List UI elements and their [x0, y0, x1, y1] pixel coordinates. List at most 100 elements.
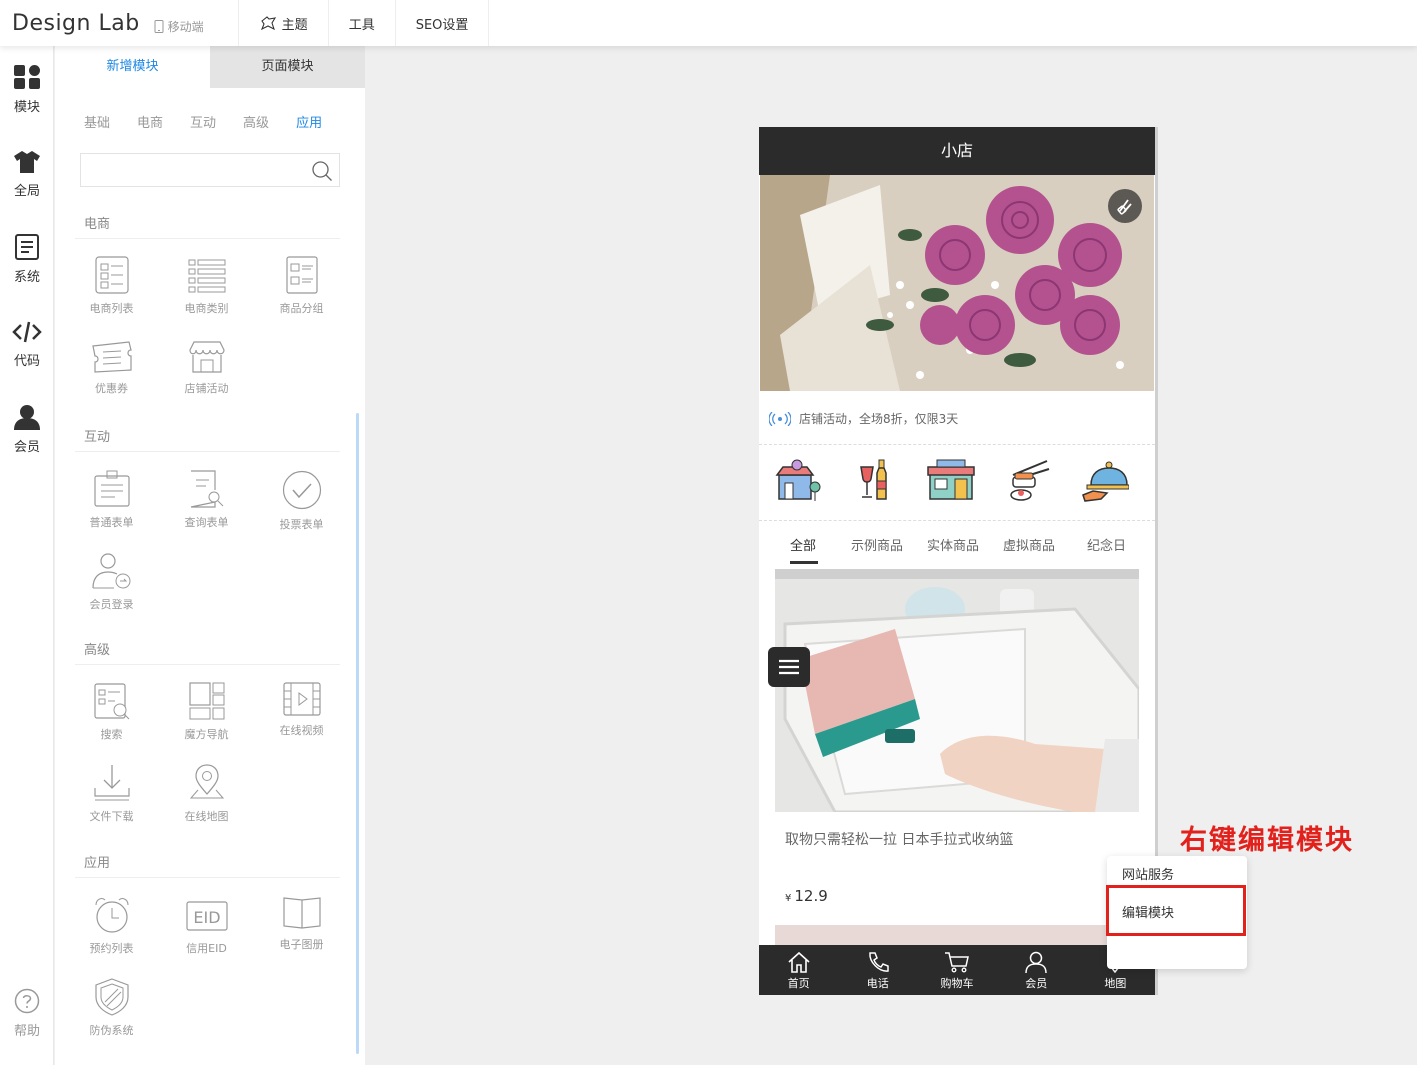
module-anti-fake[interactable]: 防伪系统 [64, 978, 159, 1038]
cart-icon [945, 952, 969, 973]
bottom-nav: 首页 电话 购物车 会员 地图 [759, 945, 1155, 995]
download-icon [93, 765, 130, 801]
top-bar: Design Lab 移动端 主题 工具 SEO设置 [0, 0, 1417, 46]
logo: Design Lab [12, 10, 140, 36]
next-product-image[interactable] [775, 925, 1139, 947]
module-shop-activity[interactable]: 店铺活动 [159, 340, 254, 396]
rail-global[interactable]: 全局 [0, 150, 54, 199]
active-tab-indicator [790, 561, 818, 564]
product-tab-virtual[interactable]: 虚拟商品 [1003, 535, 1055, 554]
subtab-advanced[interactable]: 高级 [243, 112, 269, 131]
module-category-tabs: 基础 电商 互动 高级 应用 [84, 112, 349, 131]
module-ecommerce-category[interactable]: 电商类别 [159, 256, 254, 316]
hamburger-icon [779, 659, 799, 675]
code-icon [12, 321, 42, 343]
rail-modules[interactable]: 模块 [0, 64, 54, 115]
product-image[interactable] [775, 569, 1139, 812]
product-tab-sample[interactable]: 示例商品 [851, 535, 903, 554]
subtab-basic[interactable]: 基础 [84, 112, 110, 131]
rail-system[interactable]: 系统 [0, 234, 54, 285]
tab-add-module[interactable]: 新增模块 [55, 46, 210, 88]
module-member-login[interactable]: 会员登录 [64, 552, 159, 612]
module-file-download[interactable]: 文件下载 [64, 764, 159, 824]
shirt-icon [14, 151, 40, 173]
product-tab-all[interactable]: 全部 [790, 535, 816, 554]
share-button[interactable] [1108, 189, 1142, 223]
category-nav [759, 445, 1155, 521]
module-product-group[interactable]: 商品分组 [254, 256, 349, 316]
module-coupon[interactable]: 优惠券 [64, 340, 159, 396]
rail-code[interactable]: 代码 [0, 320, 54, 369]
storage-basket-image [775, 569, 1139, 812]
phone-title: 小店 [759, 127, 1155, 175]
nav-member[interactable]: 会员 [997, 945, 1076, 995]
home-icon [788, 951, 810, 973]
video-icon [282, 682, 321, 716]
tab-page-module[interactable]: 页面模块 [210, 46, 365, 88]
section-ecommerce-title: 电商 [84, 217, 111, 232]
module-search [80, 153, 340, 187]
subtab-interactive[interactable]: 互动 [190, 112, 216, 131]
query-form-icon [190, 470, 223, 508]
module-query-form[interactable]: 查询表单 [159, 470, 254, 530]
module-cube-nav[interactable]: 魔方导航 [159, 682, 254, 742]
grid-icon [14, 65, 40, 89]
product-tab-anniversary[interactable]: 纪念日 [1087, 535, 1126, 554]
svg-text:EID: EID [193, 908, 220, 927]
module-credit-eid[interactable]: EID 信用EID [159, 896, 254, 956]
nav-cart[interactable]: 购物车 [917, 945, 996, 995]
user-icon [14, 405, 40, 430]
category-list-icon [188, 259, 225, 293]
banner-image[interactable] [760, 175, 1154, 391]
divider [75, 238, 340, 239]
alarm-clock-icon [95, 898, 128, 933]
panel-tabs: 新增模块 页面模块 [55, 46, 365, 88]
wine-icon[interactable] [855, 459, 895, 503]
product-title[interactable]: 取物只需轻松一拉 日本手拉式收纳篮 [785, 829, 1013, 849]
module-e-album[interactable]: 电子图册 [254, 896, 349, 952]
section-interactive-title: 互动 [84, 430, 111, 445]
module-online-video[interactable]: 在线视频 [254, 682, 349, 738]
module-online-map[interactable]: 在线地图 [159, 764, 254, 824]
theme-icon [260, 16, 276, 31]
menu-seo[interactable]: SEO设置 [396, 0, 490, 46]
checkmark-circle-icon [282, 470, 321, 510]
section-advanced-title: 高级 [84, 643, 111, 658]
module-search[interactable]: 搜索 [64, 682, 159, 742]
divider [75, 877, 340, 878]
market-icon[interactable] [927, 459, 975, 503]
module-search-input[interactable] [81, 154, 301, 186]
divider [75, 451, 340, 452]
nav-phone[interactable]: 电话 [838, 945, 917, 995]
panel-scrollbar[interactable] [356, 413, 359, 1054]
document-icon [15, 234, 39, 260]
annotation-label: 右键编辑模块 [1180, 825, 1354, 856]
module-vote-form[interactable]: 投票表单 [254, 470, 349, 532]
menu-tools[interactable]: 工具 [329, 0, 396, 46]
member-login-icon [91, 553, 130, 589]
product-tab-physical[interactable]: 实体商品 [927, 535, 979, 554]
sushi-icon[interactable] [1007, 459, 1051, 503]
list-card-icon [94, 256, 129, 294]
subtab-ecommerce[interactable]: 电商 [137, 112, 163, 131]
notice-bar[interactable]: 店铺活动，全场8折，仅限3天 [759, 393, 1155, 445]
serving-dish-icon[interactable] [1081, 459, 1129, 503]
mobile-toggle[interactable]: 移动端 [154, 18, 204, 35]
module-menu-button[interactable] [768, 647, 810, 687]
store-balloon-icon[interactable] [775, 459, 823, 503]
module-booking-list[interactable]: 预约列表 [64, 896, 159, 956]
rail-help[interactable]: 帮助 [0, 988, 54, 1039]
module-ecommerce-list[interactable]: 电商列表 [64, 256, 159, 316]
nav-home[interactable]: 首页 [759, 945, 838, 995]
context-website-service[interactable]: 网站服务 [1122, 864, 1174, 883]
product-tabs: 全部 示例商品 实体商品 虚拟商品 纪念日 [759, 521, 1155, 569]
subtab-apps[interactable]: 应用 [296, 112, 322, 131]
coupon-icon [91, 341, 132, 373]
search-icon[interactable] [311, 160, 333, 182]
module-normal-form[interactable]: 普通表单 [64, 470, 159, 530]
cube-nav-icon [188, 682, 224, 720]
edit-module-highlight [1106, 885, 1246, 936]
phone-preview: 小店 店铺活动，全场8折，仅限3天 全部 示例商品 实体商品 虚拟商品 纪念日 … [759, 127, 1155, 995]
menu-theme[interactable]: 主题 [239, 0, 329, 46]
rail-member[interactable]: 会员 [0, 404, 54, 455]
